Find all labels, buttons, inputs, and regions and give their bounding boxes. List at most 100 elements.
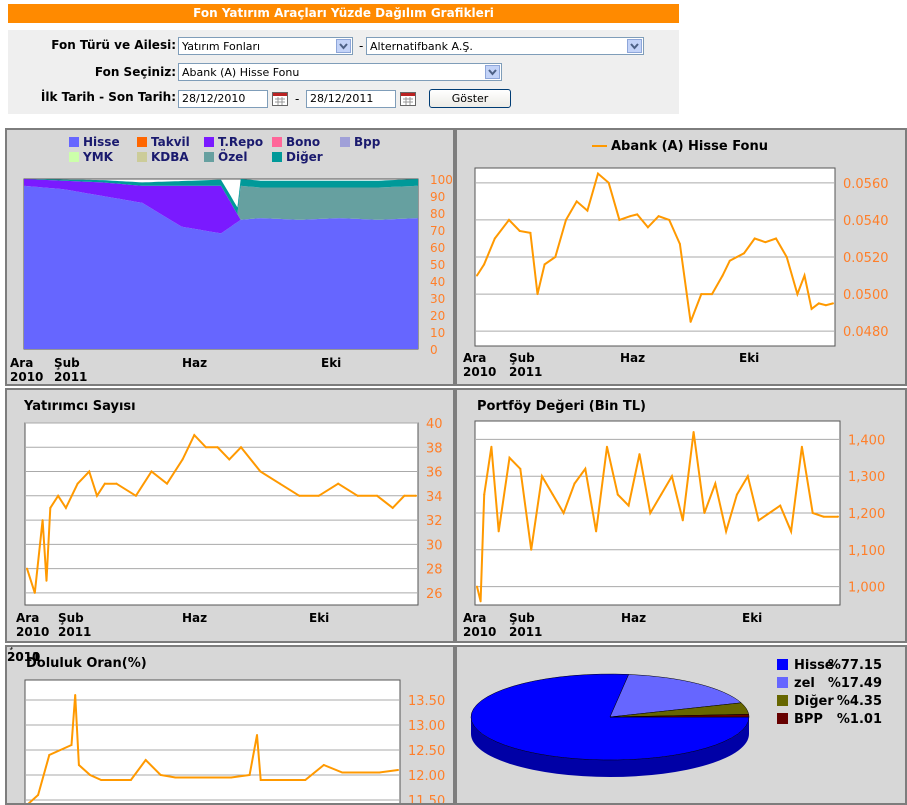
legend-label: YMK bbox=[82, 150, 114, 164]
data-point bbox=[616, 493, 619, 496]
data-point bbox=[228, 458, 231, 461]
data-point bbox=[77, 764, 80, 766]
y-tick-label: 0.0560 bbox=[843, 177, 889, 192]
y-tick-label: 0.0540 bbox=[843, 214, 889, 229]
y-tick-label: 10 bbox=[430, 326, 445, 340]
data-point bbox=[607, 181, 610, 184]
data-point bbox=[376, 494, 379, 497]
data-point bbox=[26, 567, 28, 570]
data-point bbox=[298, 494, 301, 497]
y-tick-label: 20 bbox=[430, 309, 445, 323]
data-point bbox=[657, 215, 660, 218]
data-point bbox=[267, 779, 270, 781]
y-tick-label: 30 bbox=[426, 538, 443, 553]
fund-label: Fon Seçiniz: bbox=[94, 65, 176, 79]
data-point bbox=[519, 467, 522, 470]
data-point bbox=[530, 548, 533, 551]
start-date-input[interactable]: 28/12/2010 bbox=[178, 90, 268, 108]
data-point bbox=[811, 512, 814, 514]
price-line-chart: 0.0480 0.0500 0.0520 0.0540 0.0560 Abank (A) … bbox=[463, 139, 889, 379]
y-tick-label: 12.50 bbox=[408, 744, 445, 759]
x-tick-label: Haz bbox=[182, 611, 207, 625]
data-point bbox=[317, 494, 320, 497]
data-point bbox=[204, 446, 207, 449]
y-tick-label: 1,400 bbox=[848, 433, 885, 448]
data-point bbox=[490, 445, 493, 448]
data-point bbox=[115, 779, 118, 781]
y-tick-label: 28 bbox=[426, 563, 443, 578]
x-tick-label: 2011 bbox=[509, 365, 542, 379]
data-point bbox=[103, 482, 106, 485]
show-button[interactable]: Göster bbox=[429, 89, 511, 108]
legend-swatch bbox=[340, 137, 350, 147]
data-point bbox=[115, 482, 118, 485]
legend-label: Bono bbox=[286, 135, 320, 149]
legend-label: T.Repo bbox=[218, 135, 263, 149]
y-tick-label: 100 bbox=[430, 173, 453, 187]
data-point bbox=[757, 519, 760, 522]
legend-swatch bbox=[777, 677, 788, 688]
calendar-icon[interactable] bbox=[272, 91, 288, 106]
fund-type-select[interactable]: Yatırım Fonları bbox=[178, 37, 353, 55]
data-point bbox=[796, 293, 799, 296]
data-point bbox=[810, 307, 813, 310]
y-tick-label: 0 bbox=[430, 343, 438, 357]
x-tick-label: Eki bbox=[7, 647, 27, 650]
data-point bbox=[660, 493, 663, 496]
data-point bbox=[49, 506, 52, 509]
x-tick-label: Şub bbox=[58, 611, 84, 625]
x-tick-label: 2010 bbox=[16, 625, 49, 639]
data-point bbox=[540, 475, 543, 478]
x-tick-label: Ara bbox=[16, 611, 39, 625]
y-tick-label: 40 bbox=[430, 275, 445, 289]
fund-family-select[interactable]: Alternatifbank A.Ş. bbox=[366, 37, 644, 55]
x-tick-label: Ara bbox=[10, 356, 33, 370]
data-point bbox=[764, 241, 767, 244]
data-point bbox=[479, 600, 482, 603]
data-point bbox=[37, 794, 40, 796]
x-tick-label: Eki bbox=[309, 611, 329, 625]
data-point bbox=[211, 776, 214, 779]
data-point bbox=[595, 530, 598, 533]
data-point bbox=[391, 506, 394, 509]
data-point bbox=[248, 774, 251, 776]
y-tick-label: 36 bbox=[426, 466, 443, 481]
x-tick-label: Eki bbox=[321, 356, 341, 370]
legend-label: Hisse bbox=[83, 135, 120, 149]
y-tick-label: 1,300 bbox=[848, 470, 885, 485]
legend-swatch bbox=[777, 713, 788, 724]
data-point bbox=[785, 256, 788, 258]
x-tick-label: 2011 bbox=[7, 650, 40, 664]
data-point bbox=[41, 519, 44, 522]
data-point bbox=[649, 512, 652, 514]
data-point bbox=[692, 431, 695, 434]
x-tick-label: 2011 bbox=[54, 370, 87, 384]
data-point bbox=[483, 263, 486, 266]
data-point bbox=[359, 771, 362, 774]
end-date-input[interactable]: 28/12/2011 bbox=[306, 90, 396, 108]
calendar-icon[interactable] bbox=[400, 91, 416, 106]
data-point bbox=[575, 200, 578, 203]
legend-swatch bbox=[137, 152, 147, 162]
data-point bbox=[322, 764, 325, 766]
data-point bbox=[817, 302, 820, 305]
fund-select[interactable]: Abank (A) Hisse Fonu bbox=[178, 63, 502, 81]
data-point bbox=[96, 494, 99, 497]
pie-chart-panel: Hisse %77.15 zel %17.49 Diğer %4.35 BPP %1.01 bbox=[455, 645, 907, 805]
allocation-chart-panel: Hisse Takvil T.Repo Bono Bpp YMK KDBA Özel Diğer… bbox=[5, 128, 455, 386]
data-point bbox=[150, 470, 153, 473]
separator-dash: - bbox=[295, 92, 300, 106]
chart-title: Portföy Değeri (Bin TL) bbox=[477, 399, 646, 414]
portfolio-value-chart: 1,000 1,100 1,200 1,300 1,400 Portföy Değeri … bbox=[463, 399, 885, 639]
data-point bbox=[536, 293, 539, 296]
legend-swatch bbox=[204, 152, 214, 162]
data-point bbox=[554, 256, 557, 258]
y-tick-label: 13.50 bbox=[408, 694, 445, 709]
data-point bbox=[746, 475, 749, 478]
y-tick-label: 26 bbox=[426, 587, 443, 602]
portfolio-chart-panel: 1,000 1,100 1,200 1,300 1,400 Portföy Değeri … bbox=[455, 388, 907, 643]
data-point bbox=[278, 482, 281, 485]
data-point bbox=[562, 512, 565, 514]
x-tick-label: Eki bbox=[742, 611, 762, 625]
chart-title: Doluluk Oran(%) bbox=[26, 656, 147, 671]
